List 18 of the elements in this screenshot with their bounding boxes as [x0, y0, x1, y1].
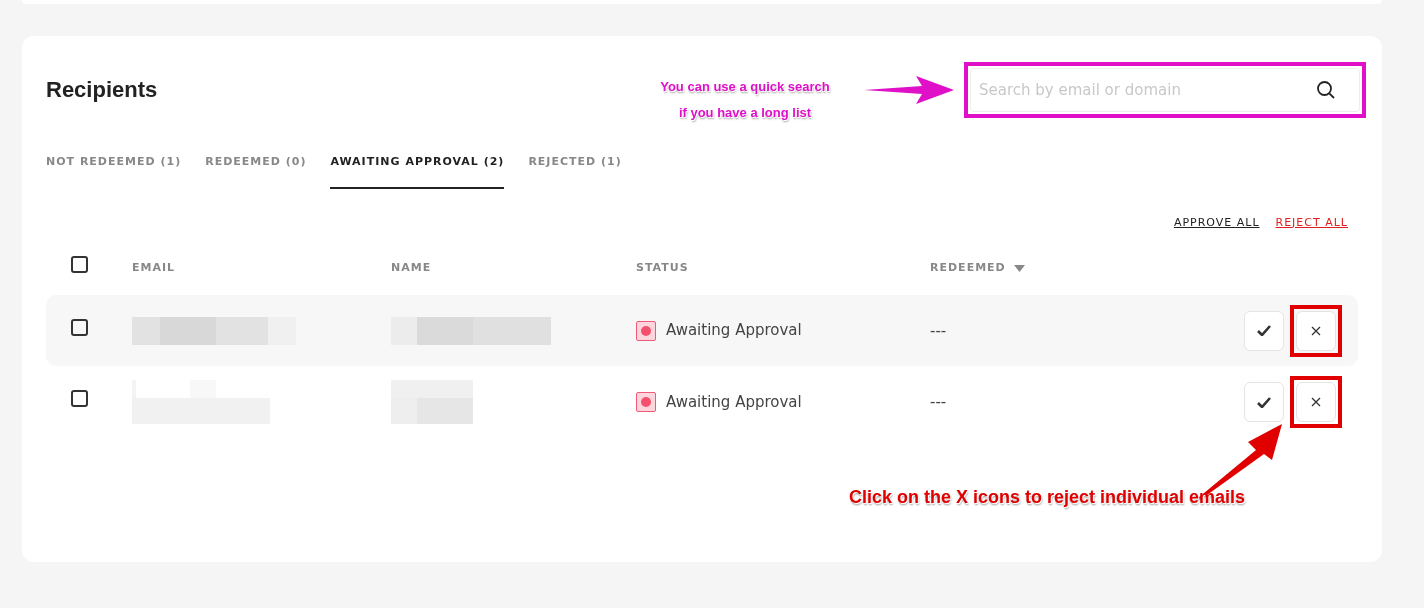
section-title: Recipients [46, 76, 158, 104]
tab[interactable]: AWAITING APPROVAL (2) [330, 154, 505, 189]
column-header: REDEEMED [930, 259, 1006, 276]
tab[interactable]: REDEEMED (0) [205, 154, 307, 189]
status-text: Awaiting Approval [666, 391, 802, 413]
tab[interactable]: NOT REDEEMED (1) [46, 154, 182, 189]
table-cell: --- [930, 393, 947, 411]
tab[interactable]: REJECTED (1) [528, 154, 622, 189]
column-header: EMAIL [132, 259, 176, 276]
annotation-text: You can use a quick search [659, 78, 831, 96]
column-header: NAME [391, 259, 432, 276]
table-cell: --- [930, 321, 947, 340]
column-header: STATUS [636, 259, 689, 276]
annotation-text: Click on the X icons to reject individual emails [847, 486, 1247, 509]
status-text: Awaiting Approval [666, 320, 802, 342]
approve-all-link[interactable]: APPROVE ALL [1173, 214, 1260, 231]
reject-all-link[interactable]: REJECT ALL [1275, 214, 1348, 231]
annotation-text: if you have a long list [677, 104, 813, 122]
